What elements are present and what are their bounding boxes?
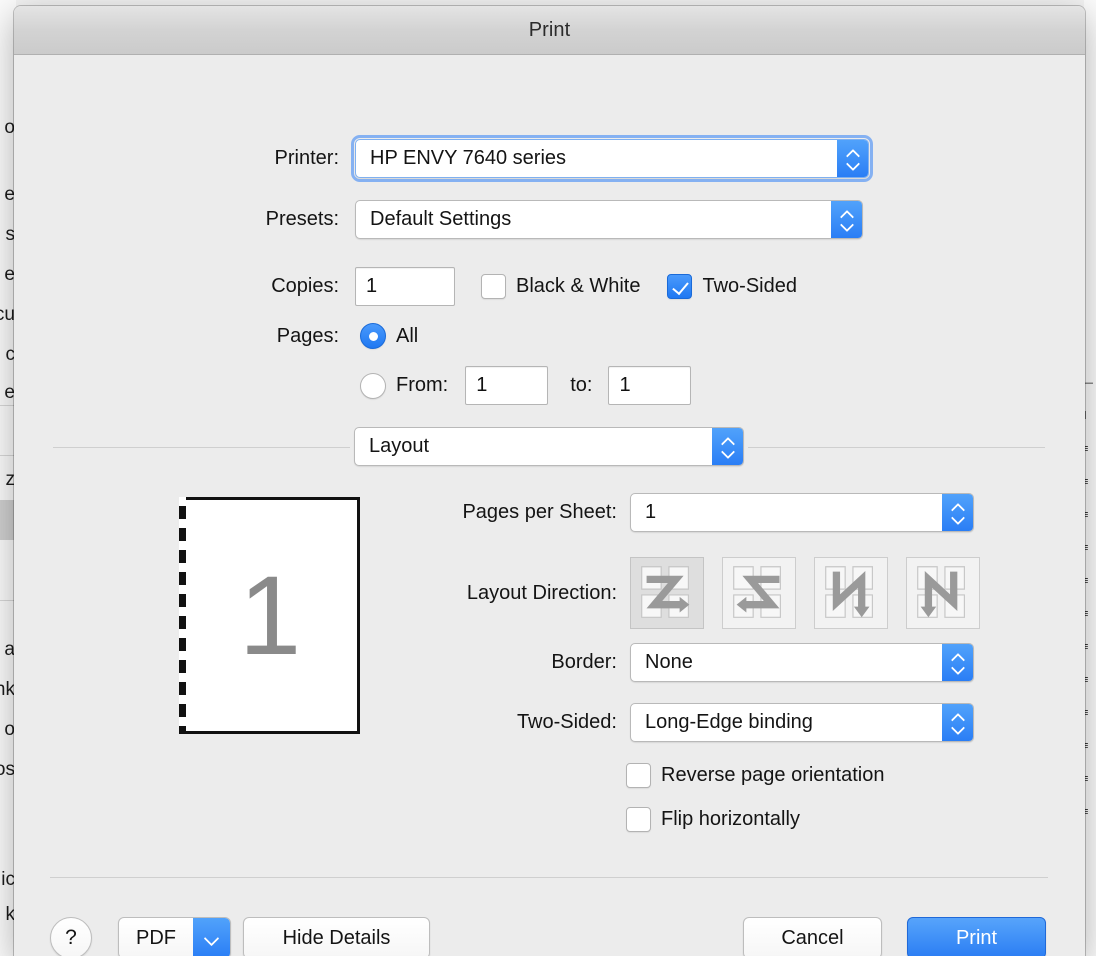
presets-row: Presets: Default Settings <box>14 200 869 239</box>
layout-direction-n-down-left[interactable] <box>906 557 980 629</box>
two-sided-binding-label: Two-Sided: <box>516 711 617 733</box>
two-sided-checkbox-group[interactable]: Two-Sided <box>667 274 797 299</box>
pdf-button-label: PDF <box>136 926 176 949</box>
border-value: None <box>645 651 693 673</box>
border-label: Border: <box>551 651 617 673</box>
pages-per-sheet-label: Pages per Sheet: <box>462 501 617 523</box>
n-down-right-icon <box>825 566 873 618</box>
pages-per-sheet-select[interactable]: 1 <box>630 493 974 532</box>
chevron-updown-icon <box>942 644 973 681</box>
pages-all-radio[interactable] <box>360 323 386 349</box>
background-text-fragment: — <box>1084 378 1093 389</box>
dialog-body: Printer: HP ENVY 7640 series Presets: De… <box>14 55 1085 956</box>
black-white-label: Black & White <box>516 275 641 297</box>
printer-select[interactable]: HP ENVY 7640 series <box>351 135 873 182</box>
pane-value: Layout <box>369 435 430 457</box>
z-right-down-icon <box>641 566 690 618</box>
layout-direction-label: Layout Direction: <box>466 582 617 604</box>
black-white-checkbox-group[interactable]: Black & White <box>481 274 640 299</box>
chevron-updown-icon <box>942 494 973 531</box>
pages-row: Pages: All <box>14 323 418 349</box>
page-preview: 1 <box>179 497 360 734</box>
printer-value: HP ENVY 7640 series <box>370 147 567 169</box>
reverse-page-orientation-checkbox[interactable] <box>626 763 651 788</box>
presets-value: Default Settings <box>370 208 512 230</box>
flip-horizontally-group[interactable]: Flip horizontally <box>626 807 800 832</box>
printer-label: Printer: <box>274 147 339 169</box>
pdf-button[interactable]: PDF <box>118 917 231 956</box>
pages-to-label: to: <box>570 374 593 396</box>
background-text-fragment: os <box>0 759 15 780</box>
pane-divider-left <box>53 447 350 448</box>
printer-row: Printer: HP ENVY 7640 series <box>14 135 873 182</box>
pages-all-radio-group[interactable]: All <box>360 323 418 349</box>
pages-all-label: All <box>396 324 419 347</box>
border-row: Border: None <box>374 643 974 682</box>
pages-to-input[interactable]: 1 <box>608 366 692 405</box>
layout-direction-options <box>630 557 980 629</box>
dialog-titlebar: Print <box>14 6 1085 55</box>
pages-range-radio[interactable] <box>360 372 386 399</box>
pane-divider-right <box>748 447 1045 448</box>
cancel-button[interactable]: Cancel <box>743 917 882 956</box>
reverse-page-orientation-group[interactable]: Reverse page orientation <box>626 763 884 788</box>
hide-details-button[interactable]: Hide Details <box>243 917 430 956</box>
pages-per-sheet-value: 1 <box>645 501 657 523</box>
copies-row: Copies: 1 Black & White Two-Sided <box>14 267 797 306</box>
binding-edge-indicator <box>179 497 186 734</box>
two-sided-label: Two-Sided <box>702 275 797 297</box>
background-text-fragment: nk <box>0 679 15 700</box>
presets-select[interactable]: Default Settings <box>355 200 863 239</box>
two-sided-binding-value: Long-Edge binding <box>645 711 813 733</box>
z-left-down-icon <box>733 566 781 618</box>
pages-range-radio-group[interactable]: From: <box>360 372 449 399</box>
layout-direction-n-down-right[interactable] <box>814 557 888 629</box>
help-button[interactable]: ? <box>50 917 92 956</box>
flip-horizontally-label: Flip horizontally <box>661 808 800 830</box>
border-select[interactable]: None <box>630 643 974 682</box>
pages-from-label: From: <box>396 374 449 396</box>
n-down-left-icon <box>917 566 965 618</box>
pages-per-sheet-row: Pages per Sheet: 1 <box>374 493 974 532</box>
two-sided-binding-row: Two-Sided: Long-Edge binding <box>374 703 974 742</box>
two-sided-binding-select[interactable]: Long-Edge binding <box>630 703 974 742</box>
pages-from-input[interactable]: 1 <box>465 366 549 405</box>
preview-page-number: 1 <box>238 552 302 678</box>
copies-label: Copies: <box>271 275 339 297</box>
print-dialog: Print Printer: HP ENVY 7640 series Prese… <box>14 6 1085 956</box>
chevron-updown-icon <box>831 201 862 238</box>
pages-label: Pages: <box>276 324 339 347</box>
black-white-checkbox[interactable] <box>481 274 506 299</box>
chevron-updown-icon <box>712 428 743 465</box>
dialog-title: Print <box>528 18 571 41</box>
footer-divider <box>50 877 1048 878</box>
preview-page-sheet: 1 <box>180 497 360 734</box>
chevron-updown-icon <box>942 704 973 741</box>
background-right-strip: —‖≡≡≡≡≡≡≡≡≡≡≡≡ <box>1084 0 1096 956</box>
layout-direction-z-right-down[interactable] <box>630 557 704 629</box>
pages-range-row: From: 1 to: 1 <box>360 366 692 405</box>
chevron-down-icon[interactable] <box>193 918 230 956</box>
background-text-fragment: ic <box>1 869 15 890</box>
copies-input[interactable]: 1 <box>355 267 455 306</box>
chevron-updown-icon <box>837 140 868 177</box>
presets-label: Presets: <box>265 208 339 230</box>
print-button[interactable]: Print <box>907 917 1046 956</box>
layout-direction-row: Layout Direction: <box>374 557 980 629</box>
layout-direction-z-left-down[interactable] <box>722 557 796 629</box>
two-sided-checkbox[interactable] <box>667 274 693 299</box>
reverse-page-orientation-label: Reverse page orientation <box>661 764 885 786</box>
flip-horizontally-checkbox[interactable] <box>626 807 651 832</box>
background-text-fragment: cu <box>0 304 15 325</box>
pane-select[interactable]: Layout <box>354 427 744 466</box>
